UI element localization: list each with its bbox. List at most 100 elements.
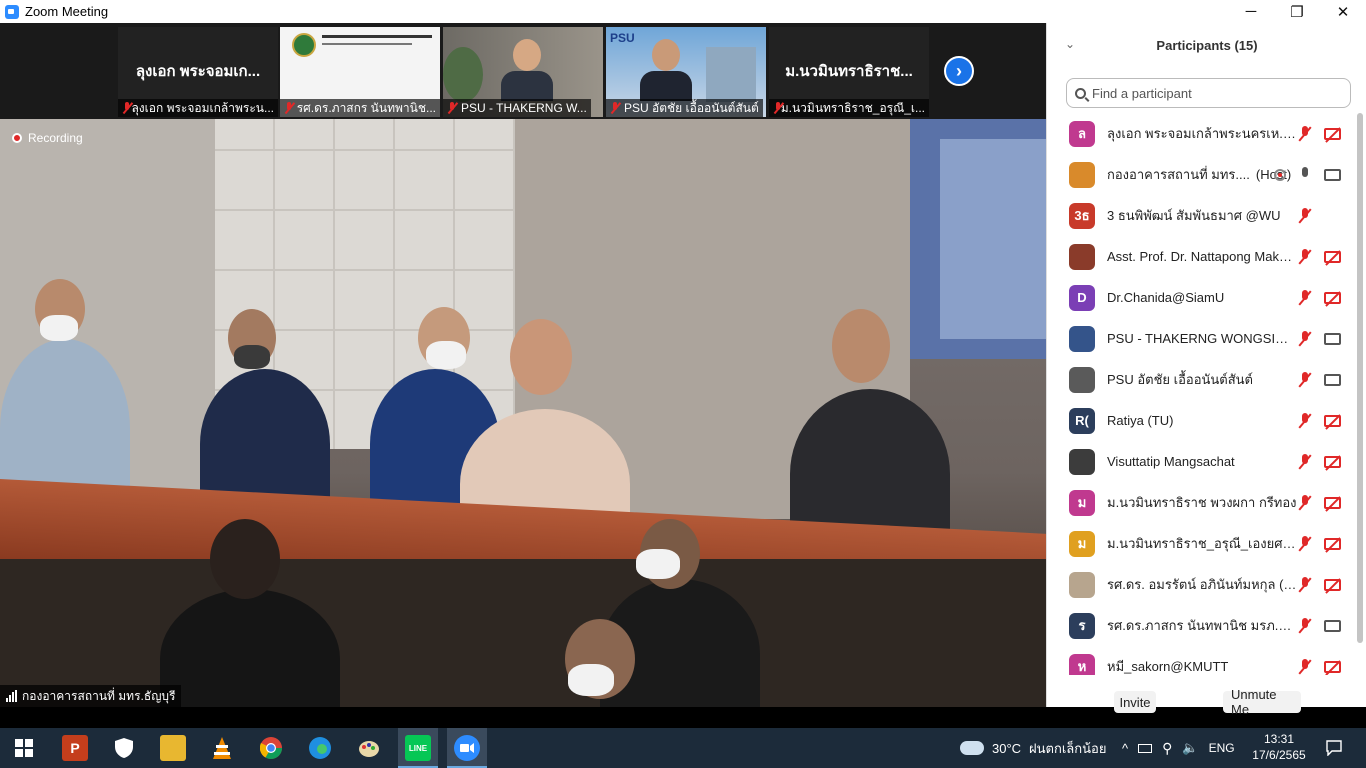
mic-muted-icon: [1298, 207, 1312, 224]
battery-icon[interactable]: [1138, 743, 1153, 753]
clock[interactable]: 13:31 17/6/2565: [1244, 731, 1314, 763]
participant-row[interactable]: ล ลุงเอก พระจอมเกล้าพระนครเห...(Me): [1047, 113, 1357, 154]
thumbnail-big-name: ลุงเอก พระจอมเก...: [135, 63, 261, 80]
notifications-icon[interactable]: [1326, 728, 1342, 768]
powerpoint-icon[interactable]: P: [62, 735, 88, 761]
clock-time: 13:31: [1263, 732, 1295, 746]
participant-row[interactable]: กองอาคารสถานที่ มทร.... (Host): [1047, 154, 1357, 195]
participant-row[interactable]: รศ.ดร. อมรรัตน์ อภินันท์มหกุล (นิด้า): [1047, 564, 1357, 605]
mic-muted-icon: [1298, 412, 1312, 429]
restore-button[interactable]: ❐: [1274, 0, 1320, 23]
collapse-chevron-icon[interactable]: ⌄: [1065, 37, 1075, 51]
participant-row[interactable]: PSU อัตชัย เอื้ออนันต์สันต์: [1047, 359, 1357, 400]
unmute-me-button[interactable]: Unmute Me: [1223, 687, 1301, 717]
thumbnail-4[interactable]: PSU PSU อัตชัย เอื้ออนันต์สันต์: [606, 27, 766, 117]
file-explorer-icon[interactable]: [160, 735, 186, 761]
mic-muted-icon: [284, 102, 293, 114]
avatar: [1069, 243, 1095, 270]
participant-row[interactable]: ร รศ.ดร.ภาสกร นันทพานิช มรภ.อุบลร...: [1047, 605, 1357, 646]
camera-icon: [1324, 373, 1341, 386]
mic-muted-icon: [1298, 371, 1312, 388]
university-seal-icon: [292, 33, 316, 57]
participant-row[interactable]: Visuttatip Mangsachat: [1047, 441, 1357, 482]
paint-icon[interactable]: [356, 735, 382, 761]
participant-name: รศ.ดร.ภาสกร นันทพานิช มรภ.อุบลร...: [1107, 618, 1297, 633]
participant-row[interactable]: ห หมี_sakorn@KMUTT: [1047, 646, 1357, 675]
language-indicator[interactable]: ENG: [1209, 741, 1235, 755]
speaker-name-label: กองอาคารสถานที่ มทร.ธัญบุรี: [0, 685, 182, 707]
search-placeholder: Find a participant: [1092, 85, 1192, 101]
windows-start-icon[interactable]: [11, 735, 37, 761]
participant-name: Visuttatip Mangsachat: [1107, 454, 1235, 469]
participant-name: Ratiya (TU): [1107, 413, 1174, 428]
avatar: ม: [1069, 489, 1095, 516]
participant-row[interactable]: PSU - THAKERNG WONGSIRIC...: [1047, 318, 1357, 359]
participants-title: Participants (15): [1156, 37, 1258, 53]
title-bar: Zoom Meeting ─ ❐ ✕: [0, 0, 1366, 23]
mic-muted-icon: [1298, 248, 1312, 265]
participant-list-scrollbar[interactable]: [1357, 113, 1363, 643]
avatar: ห: [1069, 653, 1095, 675]
participant-row[interactable]: Asst. Prof. Dr. Nattapong Maka...: [1047, 236, 1357, 277]
avatar: 3ธ: [1069, 202, 1095, 229]
mic-muted-icon: [1298, 125, 1312, 142]
participant-name: Asst. Prof. Dr. Nattapong Maka...: [1107, 249, 1297, 264]
weather-text: ฝนตกเล็กน้อย: [1029, 740, 1107, 756]
thumbnail-5[interactable]: ม.นวมินทราธิราช... ม.นวมินทราธิราช_อรุณี…: [769, 27, 929, 117]
signal-strength-icon: [6, 690, 17, 702]
participant-row[interactable]: ม ม.นวมินทราธิราช_อรุณี_เองยศมาก: [1047, 523, 1357, 564]
vlc-icon[interactable]: [209, 735, 235, 761]
close-button[interactable]: ✕: [1320, 0, 1366, 23]
avatar: [1069, 161, 1095, 188]
participant-role-tag: (Me): [1296, 126, 1297, 141]
next-page-button[interactable]: ›: [944, 56, 974, 86]
camera-off-icon: [1324, 127, 1341, 140]
search-input[interactable]: Find a participant: [1066, 78, 1351, 108]
participant-name: PSU - THAKERNG WONGSIRIC...: [1107, 331, 1297, 346]
zoom-logo-icon: [5, 4, 19, 19]
record-icon: [12, 133, 22, 143]
participant-row[interactable]: R( Ratiya (TU): [1047, 400, 1357, 441]
mic-muted-icon: [122, 102, 130, 114]
participant-row[interactable]: D Dr.Chanida@SiamU: [1047, 277, 1357, 318]
avatar: ล: [1069, 120, 1095, 147]
participant-row[interactable]: 3ธ 3 ธนพิพัฒน์ สัมพันธมาศ @WU: [1047, 195, 1357, 236]
minimize-button[interactable]: ─: [1228, 0, 1274, 23]
participant-name: ม.นวมินทราธิราช พวงผกา กรีทอง: [1107, 495, 1297, 510]
thumbnail-caption: รศ.ดร.ภาสกร นันทพานิช...: [280, 99, 440, 117]
volume-icon[interactable]: 🔈: [1182, 740, 1198, 756]
security-shield-icon[interactable]: [111, 735, 137, 761]
participant-name: รศ.ดร. อมรรัตน์ อภินันท์มหกุล (นิด้า): [1107, 577, 1297, 592]
edge-icon[interactable]: [307, 735, 333, 761]
zoom-app-icon[interactable]: [454, 735, 480, 761]
participant-row[interactable]: ม ม.นวมินทราธิราช พวงผกา กรีทอง: [1047, 482, 1357, 523]
camera-icon: [1324, 619, 1341, 632]
avatar: R(: [1069, 407, 1095, 434]
participant-name: กองอาคารสถานที่ มทร.... (Host): [1107, 167, 1292, 182]
thumbnail-1[interactable]: ลุงเอก พระจอมเก... ลุงเอก พระจอมเกล้าพระ…: [118, 27, 278, 117]
chrome-icon[interactable]: [258, 735, 284, 761]
camera-icon: [1324, 332, 1341, 345]
mic-muted-icon: [1298, 658, 1312, 675]
camera-off-icon: [1324, 455, 1341, 468]
video-area: ลุงเอก พระจอมเก... ลุงเอก พระจอมเกล้าพระ…: [0, 23, 1046, 707]
thumbnail-big-name: ม.นวมินทราธิราช...: [785, 63, 913, 80]
mic-muted-icon: [1298, 535, 1312, 552]
avatar: [1069, 325, 1095, 352]
network-icon[interactable]: ⚲: [1162, 740, 1172, 757]
mic-muted-icon: [1298, 617, 1312, 634]
mic-muted-icon: [1298, 576, 1312, 593]
system-tray: ^ ⚲ 🔈 ENG: [1122, 728, 1235, 768]
thumbnail-3[interactable]: PSU - THAKERNG W...: [443, 27, 603, 117]
invite-button[interactable]: Invite: [1114, 691, 1156, 713]
mic-icon: [1298, 166, 1312, 183]
camera-off-icon: [1324, 414, 1341, 427]
show-hidden-icons-chevron-icon[interactable]: ^: [1122, 741, 1128, 756]
thumbnail-2[interactable]: รศ.ดร.ภาสกร นันทพานิช...: [280, 27, 440, 117]
weather-widget[interactable]: 30°C ฝนตกเล็กน้อย: [960, 728, 1106, 768]
participant-list: ล ลุงเอก พระจอมเกล้าพระนครเห...(Me) กองอาค…: [1047, 113, 1357, 675]
line-app-icon[interactable]: LINE: [405, 735, 431, 761]
mic-muted-icon: [610, 102, 620, 114]
camera-icon: [1324, 168, 1341, 181]
windows-taskbar: P LINE 30°C ฝนตกเล็กน้อย ^ ⚲ 🔈 ENG 13:31…: [0, 728, 1366, 768]
